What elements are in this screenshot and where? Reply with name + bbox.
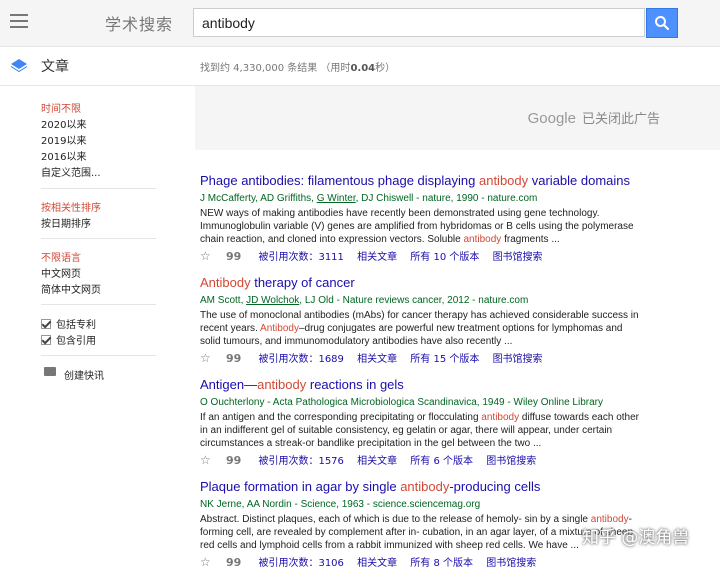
save-star-icon[interactable]: ☆ bbox=[200, 555, 211, 569]
sort-by-date[interactable]: 按日期排序 bbox=[41, 215, 91, 230]
related-articles-link[interactable]: 相关文章 bbox=[357, 252, 397, 263]
search-result: Antigen—antibody reactions in gels O Ouc… bbox=[200, 377, 640, 469]
all-versions-link[interactable]: 所有 10 个版本 bbox=[410, 252, 479, 263]
result-actions: ☆ 99 被引用次数：3111 相关文章 所有 10 个版本 图书馆搜索 bbox=[200, 249, 640, 265]
save-star-icon[interactable]: ☆ bbox=[200, 249, 211, 263]
all-versions-link[interactable]: 所有 8 个版本 bbox=[410, 558, 473, 569]
result-title-link[interactable]: Plaque formation in agar by single antib… bbox=[200, 479, 640, 495]
save-star-icon[interactable]: ☆ bbox=[200, 453, 211, 467]
cited-by-link[interactable]: 被引用次数：3106 bbox=[258, 558, 343, 569]
search-result: Antibody therapy of cancer AM Scott, JD … bbox=[200, 275, 640, 367]
library-search-link[interactable]: 图书馆搜索 bbox=[493, 252, 543, 263]
search-result: Plaque formation in agar by single antib… bbox=[200, 479, 640, 571]
cite-quote-icon[interactable]: 99 bbox=[226, 454, 241, 467]
divider bbox=[41, 188, 156, 189]
ad-closed-notice: Google 已关闭此广告 bbox=[527, 110, 660, 127]
related-articles-link[interactable]: 相关文章 bbox=[357, 558, 397, 569]
hamburger-menu-icon[interactable] bbox=[10, 14, 28, 28]
sub-bar: 文章 找到约 4,330,000 条结果 （用时0.04秒） bbox=[0, 47, 720, 86]
author-link[interactable]: JD Wolchok bbox=[246, 295, 299, 306]
search-result: Phage antibodies: filamentous phage disp… bbox=[200, 173, 640, 265]
search-icon bbox=[655, 16, 670, 31]
result-snippet: If an antigen and the corresponding prec… bbox=[200, 412, 639, 449]
articles-stack-icon bbox=[11, 59, 27, 72]
checkbox-checked-icon[interactable] bbox=[41, 335, 51, 345]
library-search-link[interactable]: 图书馆搜索 bbox=[493, 354, 543, 365]
ad-placeholder: Google 已关闭此广告 bbox=[195, 86, 720, 150]
brand-title[interactable]: 学术搜索 bbox=[105, 11, 173, 35]
cited-by-link[interactable]: 被引用次数：1689 bbox=[258, 354, 343, 365]
save-star-icon[interactable]: ☆ bbox=[200, 351, 211, 365]
filter-custom-range[interactable]: 自定义范围... bbox=[41, 164, 101, 179]
result-authors: AM Scott, JD Wolchok, LJ Old - Nature re… bbox=[200, 295, 529, 306]
result-actions: ☆ 99 被引用次数：1576 相关文章 所有 6 个版本 图书馆搜索 bbox=[200, 453, 640, 469]
related-articles-link[interactable]: 相关文章 bbox=[357, 456, 397, 467]
filter-any-time[interactable]: 时间不限 bbox=[41, 100, 81, 115]
filter-simplified-chinese[interactable]: 简体中文网页 bbox=[41, 281, 101, 296]
result-authors: J McCafferty, AD Griffiths, G Winter, DJ… bbox=[200, 193, 538, 204]
result-actions: ☆ 99 被引用次数：1689 相关文章 所有 15 个版本 图书馆搜索 bbox=[200, 351, 640, 367]
section-articles[interactable]: 文章 bbox=[41, 56, 69, 76]
cited-by-link[interactable]: 被引用次数：1576 bbox=[258, 456, 343, 467]
top-bar: 学术搜索 bbox=[0, 0, 720, 47]
filter-chinese-pages[interactable]: 中文网页 bbox=[41, 265, 81, 280]
result-snippet: Abstract. Distinct plaques, each of whic… bbox=[200, 514, 634, 551]
filter-any-language[interactable]: 不限语言 bbox=[41, 249, 81, 264]
search-input[interactable] bbox=[193, 8, 645, 37]
divider bbox=[41, 355, 156, 356]
all-versions-link[interactable]: 所有 6 个版本 bbox=[410, 456, 473, 467]
filter-since-2016[interactable]: 2016以来 bbox=[41, 148, 86, 163]
cite-quote-icon[interactable]: 99 bbox=[226, 250, 241, 263]
library-search-link[interactable]: 图书馆搜索 bbox=[486, 456, 536, 467]
include-patents-checkbox[interactable]: 包括专利 bbox=[41, 316, 96, 331]
divider bbox=[41, 304, 156, 305]
create-alert-link[interactable]: 创建快讯 bbox=[64, 367, 104, 382]
cite-quote-icon[interactable]: 99 bbox=[226, 352, 241, 365]
checkbox-checked-icon[interactable] bbox=[41, 319, 51, 329]
result-title-link[interactable]: Antibody therapy of cancer bbox=[200, 275, 640, 291]
library-search-link[interactable]: 图书馆搜索 bbox=[486, 558, 536, 569]
envelope-icon bbox=[44, 367, 56, 376]
include-citations-checkbox[interactable]: 包含引用 bbox=[41, 332, 96, 347]
google-logo: Google bbox=[527, 110, 576, 127]
filter-since-2020[interactable]: 2020以来 bbox=[41, 116, 86, 131]
result-stats: 找到约 4,330,000 条结果 （用时0.04秒） bbox=[200, 63, 396, 74]
result-title-link[interactable]: Phage antibodies: filamentous phage disp… bbox=[200, 173, 640, 189]
divider bbox=[41, 238, 156, 239]
filter-since-2019[interactable]: 2019以来 bbox=[41, 132, 86, 147]
result-title-link[interactable]: Antigen—antibody reactions in gels bbox=[200, 377, 640, 393]
result-authors: O Ouchterlony - Acta Pathologica Microbi… bbox=[200, 397, 603, 408]
result-actions: ☆ 99 被引用次数：3106 相关文章 所有 8 个版本 图书馆搜索 bbox=[200, 555, 640, 571]
search-button[interactable] bbox=[646, 8, 678, 38]
zhihu-watermark: 知乎 @澳角兽 bbox=[582, 528, 690, 548]
result-snippet: The use of monoclonal antibodies (mAbs) … bbox=[200, 310, 639, 347]
sort-by-relevance[interactable]: 按相关性排序 bbox=[41, 199, 101, 214]
result-authors: NK Jerne, AA Nordin - Science, 1963 - sc… bbox=[200, 499, 481, 510]
result-snippet: NEW ways of making antibodies have recen… bbox=[200, 208, 634, 245]
author-link[interactable]: G Winter bbox=[317, 193, 356, 204]
related-articles-link[interactable]: 相关文章 bbox=[357, 354, 397, 365]
cited-by-link[interactable]: 被引用次数：3111 bbox=[258, 252, 343, 263]
all-versions-link[interactable]: 所有 15 个版本 bbox=[410, 354, 479, 365]
